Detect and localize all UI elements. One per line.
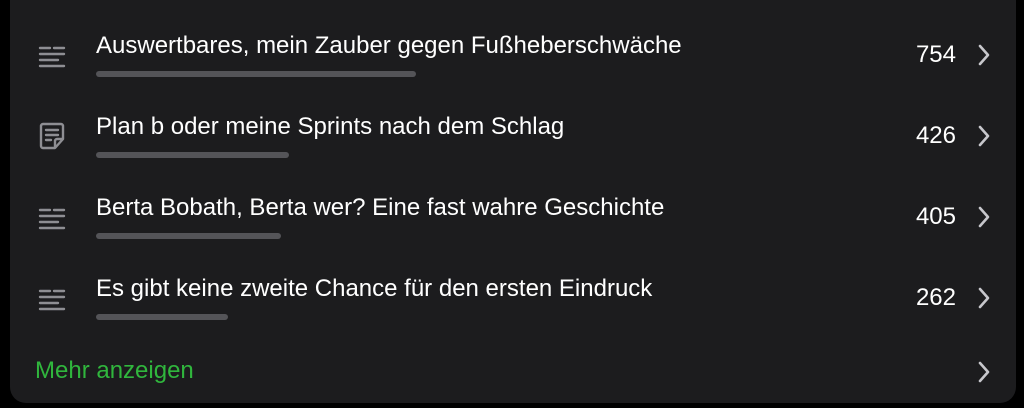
list-item[interactable]: Berta Bobath, Berta wer? Eine fast wahre…: [10, 176, 1016, 256]
show-more-row[interactable]: Mehr anzeigen: [10, 350, 1016, 394]
chevron-right-icon: [978, 125, 990, 147]
item-progress-bar: [96, 71, 416, 77]
list-card: Auswertbares, mein Zauber gegen Fußheber…: [10, 0, 1016, 403]
chevron-right-icon: [978, 361, 990, 383]
item-count: 754: [915, 41, 956, 68]
text-lines-icon: [38, 46, 66, 68]
item-title: Berta Bobath, Berta wer? Eine fast wahre…: [96, 194, 665, 221]
chevron-right-icon: [978, 44, 990, 66]
show-more-link[interactable]: Mehr anzeigen: [35, 357, 194, 385]
item-title: Es gibt keine zweite Chance für den erst…: [96, 275, 653, 302]
list-item[interactable]: Auswertbares, mein Zauber gegen Fußheber…: [10, 14, 1016, 94]
text-lines-icon: [38, 208, 66, 230]
item-count: 405: [915, 203, 956, 230]
list-item[interactable]: Es gibt keine zweite Chance für den erst…: [10, 257, 1016, 337]
item-title: Plan b oder meine Sprints nach dem Schla…: [96, 113, 565, 140]
item-progress-bar: [96, 152, 289, 158]
note-icon: [39, 122, 65, 150]
chevron-right-icon: [978, 206, 990, 228]
list-item[interactable]: Plan b oder meine Sprints nach dem Schla…: [10, 95, 1016, 175]
item-count: 262: [915, 284, 956, 311]
chevron-right-icon: [978, 287, 990, 309]
item-progress-bar: [96, 314, 228, 320]
item-count: 426: [915, 122, 956, 149]
item-title: Auswertbares, mein Zauber gegen Fußheber…: [96, 32, 682, 59]
item-progress-bar: [96, 233, 281, 239]
text-lines-icon: [38, 289, 66, 311]
